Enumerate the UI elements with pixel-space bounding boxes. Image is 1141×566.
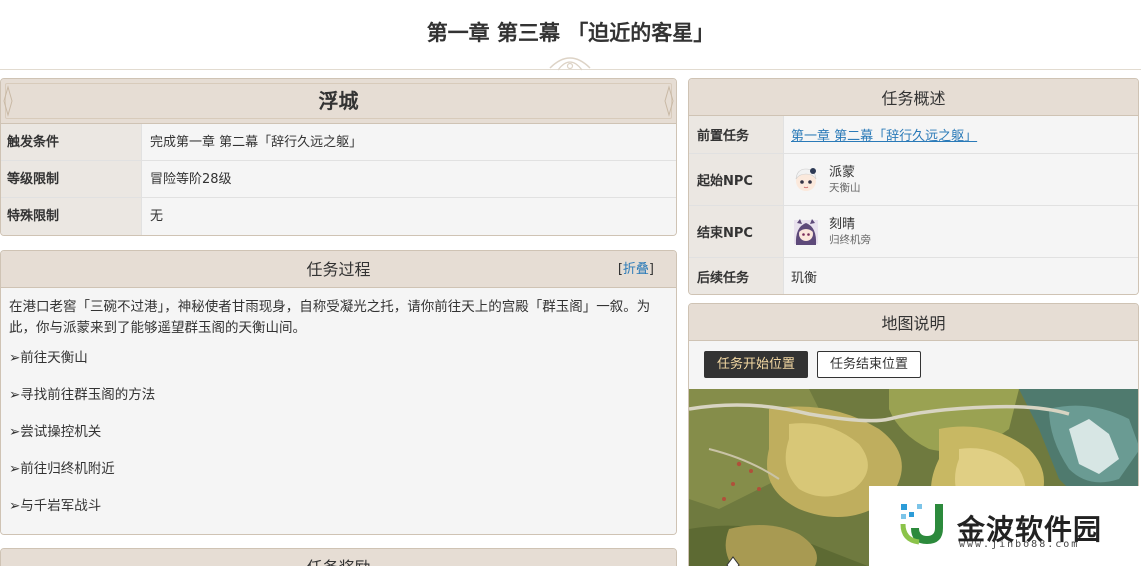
npc-card[interactable]: 派蒙 天衡山 <box>791 164 861 195</box>
npc-location: 归终机旁 <box>829 234 871 246</box>
row-value: 无 <box>142 198 676 235</box>
title-divider <box>0 57 1141 74</box>
process-step: ➢前往归终机附近 <box>9 461 115 477</box>
row-value: 冒险等阶28级 <box>142 161 676 197</box>
row-key: 后续任务 <box>689 258 784 294</box>
row-key: 起始NPC <box>689 154 784 205</box>
frame-ornament-icon <box>3 85 13 117</box>
level-limit-row: 等级限制 冒险等阶28级 <box>1 161 676 198</box>
process-body: 在港口老窖「三碗不过港」，神秘使者甘雨现身，自称受凝光之托，请你前往天上的宫殿「… <box>1 288 676 534</box>
trigger-condition-row: 触发条件 完成第一章 第二幕「辞行久远之躯」 <box>1 124 676 161</box>
row-key: 前置任务 <box>689 116 784 153</box>
quest-reward-panel: 任务奖励 <box>0 548 677 566</box>
start-npc-row: 起始NPC 派蒙 天衡山 <box>689 154 1138 206</box>
location-info-panel: 浮城 触发条件 完成第一章 第二幕「辞行久远之躯」 等级限制 冒险等阶28级 特… <box>0 78 677 236</box>
map-tab-bar: 任务开始位置 任务结束位置 <box>689 341 1138 389</box>
row-key: 结束NPC <box>689 206 784 257</box>
process-heading-bar: 任务过程 [折叠] <box>1 251 676 288</box>
map-heading-bar: 地图说明 <box>689 304 1138 341</box>
quest-overview-panel: 任务概述 前置任务 第一章 第二幕「辞行久远之躯」 起始NPC 派蒙 天衡山 结… <box>688 78 1139 295</box>
process-step: ➢尝试操控机关 <box>9 424 102 440</box>
reward-heading-bar: 任务奖励 <box>1 549 676 566</box>
row-key: 特殊限制 <box>1 198 142 235</box>
process-step: ➢前往天衡山 <box>9 350 88 366</box>
special-limit-row: 特殊限制 无 <box>1 198 676 235</box>
fold-toggle: [折叠] <box>617 262 654 277</box>
npc-name: 刻晴 <box>829 217 856 232</box>
location-heading-bar: 浮城 <box>1 79 676 124</box>
next-quest-row: 后续任务 玑衡 <box>689 258 1138 294</box>
process-heading: 任务过程 <box>306 260 371 279</box>
divider-ornament-icon <box>549 57 591 71</box>
process-step: ➢与千岩军战斗 <box>9 498 102 514</box>
prev-quest-link[interactable]: 第一章 第二幕「辞行久远之躯」 <box>791 125 977 144</box>
map-heading: 地图说明 <box>881 314 946 333</box>
tab-end-location[interactable]: 任务结束位置 <box>817 351 922 378</box>
overview-heading-bar: 任务概述 <box>689 79 1138 116</box>
watermark-url: www.jinbo88.com <box>959 539 1080 550</box>
npc-location: 天衡山 <box>829 182 861 194</box>
keqing-avatar <box>794 218 818 245</box>
process-step: ➢寻找前往群玉阁的方法 <box>9 387 156 403</box>
reward-heading: 任务奖励 <box>306 558 370 566</box>
prev-quest-row: 前置任务 第一章 第二幕「辞行久远之躯」 <box>689 116 1138 154</box>
jinbo-logo-icon <box>900 504 943 545</box>
quest-process-panel: 任务过程 [折叠] 在港口老窖「三碗不过港」，神秘使者甘雨现身，自称受凝光之托，… <box>0 250 677 535</box>
tab-start-location[interactable]: 任务开始位置 <box>704 351 809 378</box>
npc-name: 派蒙 <box>829 165 856 180</box>
fold-link[interactable]: 折叠 <box>623 262 649 277</box>
end-npc-row: 结束NPC 刻晴 归终机旁 <box>689 206 1138 258</box>
npc-card[interactable]: 刻晴 归终机旁 <box>791 216 871 247</box>
row-key: 等级限制 <box>1 161 142 197</box>
next-quest-value: 玑衡 <box>784 258 1138 294</box>
process-intro: 在港口老窖「三碗不过港」，神秘使者甘雨现身，自称受凝光之托，请你前往天上的宫殿「… <box>9 299 651 336</box>
watermark: 金波软件园 www.jinbo88.com <box>869 486 1141 566</box>
frame-ornament-icon <box>664 85 674 117</box>
row-value: 完成第一章 第二幕「辞行久远之躯」 <box>142 124 676 160</box>
overview-heading: 任务概述 <box>881 89 946 108</box>
paimon-avatar <box>795 167 817 191</box>
row-key: 触发条件 <box>1 124 142 160</box>
